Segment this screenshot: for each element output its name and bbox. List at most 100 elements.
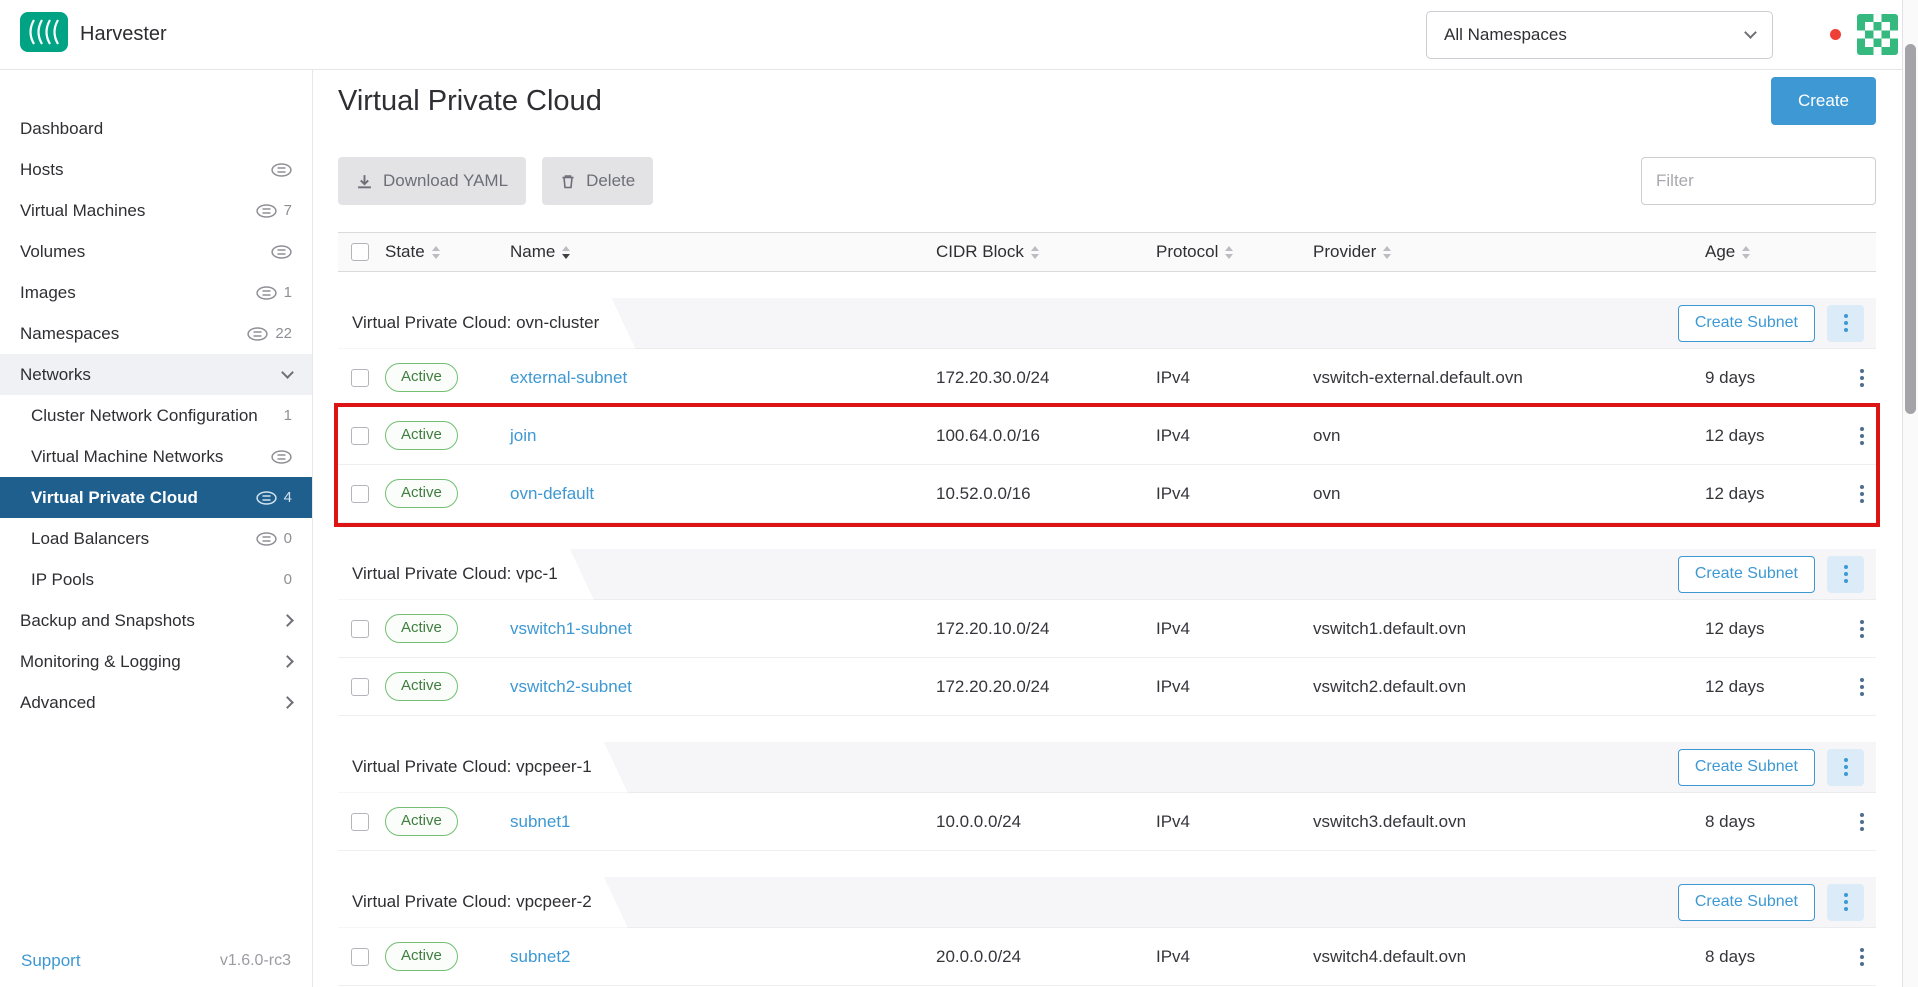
count-value: 1 — [284, 284, 292, 301]
kebab-icon — [1860, 376, 1864, 380]
create-subnet-button[interactable]: Create Subnet — [1678, 305, 1815, 342]
protocol-cell: IPv4 — [1156, 619, 1313, 639]
sort-icon — [1031, 246, 1039, 259]
subnet-name-link[interactable]: external-subnet — [510, 368, 627, 387]
resource-icon — [256, 532, 277, 546]
subnet-name-link[interactable]: subnet1 — [510, 812, 571, 831]
status-badge: Active — [385, 942, 458, 971]
sidebar-item-advanced[interactable]: Advanced — [0, 682, 312, 723]
row-checkbox[interactable] — [351, 948, 369, 966]
row-actions-menu-button[interactable] — [1847, 942, 1876, 971]
download-icon — [356, 173, 373, 190]
subnet-name-link[interactable]: subnet2 — [510, 947, 571, 966]
sidebar-item-label: Dashboard — [20, 119, 103, 139]
sidebar-item-images[interactable]: Images 1 — [0, 272, 312, 313]
column-label: Provider — [1313, 242, 1376, 262]
row-actions-menu-button[interactable] — [1847, 363, 1876, 392]
scrollbar-thumb[interactable] — [1905, 44, 1916, 414]
row-actions-menu-button[interactable] — [1847, 479, 1876, 508]
namespace-select[interactable]: All Namespaces — [1426, 11, 1773, 59]
filter-input[interactable] — [1641, 157, 1876, 205]
row-checkbox[interactable] — [351, 620, 369, 638]
sort-icon — [1225, 246, 1233, 259]
sidebar-item-hosts[interactable]: Hosts — [0, 149, 312, 190]
sidebar-item-ip-pools[interactable]: IP Pools 0 — [0, 559, 312, 600]
delete-button[interactable]: Delete — [542, 157, 653, 205]
subnet-name-link[interactable]: vswitch1-subnet — [510, 619, 632, 638]
sort-icon — [432, 246, 440, 259]
count-badge: 4 — [256, 489, 292, 506]
sidebar-item-cluster-network-configuration[interactable]: Cluster Network Configuration 1 — [0, 395, 312, 436]
table-row: Active join 100.64.0.0/16 IPv4 ovn 12 da… — [338, 407, 1876, 465]
row-checkbox[interactable] — [351, 485, 369, 503]
sort-icon — [562, 246, 570, 259]
row-actions-menu-button[interactable] — [1847, 614, 1876, 643]
support-link[interactable]: Support — [21, 951, 81, 971]
sidebar-item-label: Images — [20, 283, 76, 303]
protocol-cell: IPv4 — [1156, 812, 1313, 832]
create-subnet-button[interactable]: Create Subnet — [1678, 884, 1815, 921]
age-cell: 8 days — [1705, 812, 1847, 832]
provider-cell: ovn — [1313, 484, 1705, 504]
sidebar-item-virtual-private-cloud[interactable]: Virtual Private Cloud 4 — [0, 477, 312, 518]
select-all-checkbox[interactable] — [351, 243, 369, 261]
row-checkbox[interactable] — [351, 427, 369, 445]
sidebar-item-virtual-machines[interactable]: Virtual Machines 7 — [0, 190, 312, 231]
row-actions-menu-button[interactable] — [1847, 807, 1876, 836]
column-header-state[interactable]: State — [385, 242, 510, 262]
subnet-name-link[interactable]: vswitch2-subnet — [510, 677, 632, 696]
column-header-provider[interactable]: Provider — [1313, 242, 1705, 262]
download-yaml-button[interactable]: Download YAML — [338, 157, 526, 205]
sidebar-item-label: Virtual Machine Networks — [31, 447, 223, 467]
subnet-name-link[interactable]: ovn-default — [510, 484, 594, 503]
group-kebab-menu-button[interactable] — [1827, 305, 1864, 342]
cidr-cell: 20.0.0.0/24 — [936, 947, 1156, 967]
kebab-icon — [1844, 321, 1848, 325]
harvester-logo-icon[interactable] — [20, 12, 68, 57]
sidebar-item-load-balancers[interactable]: Load Balancers 0 — [0, 518, 312, 559]
provider-cell: vswitch-external.default.ovn — [1313, 368, 1705, 388]
status-badge: Active — [385, 807, 458, 836]
state-cell: Active — [385, 942, 510, 971]
sidebar-item-label: Cluster Network Configuration — [31, 406, 258, 426]
row-actions-menu-button[interactable] — [1847, 421, 1876, 450]
group-label: Virtual Private Cloud: ovn-cluster — [352, 313, 599, 333]
column-header-age[interactable]: Age — [1705, 242, 1847, 262]
create-button[interactable]: Create — [1771, 77, 1876, 125]
sidebar-item-backup-and-snapshots[interactable]: Backup and Snapshots — [0, 600, 312, 641]
cidr-cell: 172.20.30.0/24 — [936, 368, 1156, 388]
name-cell: vswitch2-subnet — [510, 677, 936, 697]
group-kebab-menu-button[interactable] — [1827, 556, 1864, 593]
sidebar-item-volumes[interactable]: Volumes — [0, 231, 312, 272]
brand-name: Harvester — [80, 23, 167, 46]
row-checkbox[interactable] — [351, 813, 369, 831]
column-label: Protocol — [1156, 242, 1218, 262]
annotation-highlight: Active join 100.64.0.0/16 IPv4 ovn 12 da… — [338, 407, 1876, 523]
create-subnet-button[interactable]: Create Subnet — [1678, 556, 1815, 593]
sidebar-item-namespaces[interactable]: Namespaces 22 — [0, 313, 312, 354]
kebab-icon — [1860, 434, 1864, 438]
age-cell: 12 days — [1705, 677, 1847, 697]
sidebar-item-networks[interactable]: Networks — [0, 354, 312, 395]
column-header-cidr-block[interactable]: CIDR Block — [936, 242, 1156, 262]
kebab-icon — [1860, 955, 1864, 959]
subnet-name-link[interactable]: join — [510, 426, 536, 445]
age-cell: 9 days — [1705, 368, 1847, 388]
group-kebab-menu-button[interactable] — [1827, 884, 1864, 921]
user-avatar[interactable] — [1857, 14, 1898, 55]
column-header-name[interactable]: Name — [510, 242, 936, 262]
group-kebab-menu-button[interactable] — [1827, 749, 1864, 786]
table-row: Active subnet1 10.0.0.0/24 IPv4 vswitch3… — [338, 793, 1876, 851]
column-header-protocol[interactable]: Protocol — [1156, 242, 1313, 262]
sidebar-item-monitoring-logging[interactable]: Monitoring & Logging — [0, 641, 312, 682]
row-actions-menu-button[interactable] — [1847, 672, 1876, 701]
sidebar-item-label: IP Pools — [31, 570, 94, 590]
create-subnet-button[interactable]: Create Subnet — [1678, 749, 1815, 786]
row-checkbox[interactable] — [351, 678, 369, 696]
group-header-row: Virtual Private Cloud: vpcpeer-1 Create … — [338, 742, 1876, 793]
row-checkbox[interactable] — [351, 369, 369, 387]
sidebar-item-dashboard[interactable]: Dashboard — [0, 108, 312, 149]
column-label: Name — [510, 242, 555, 262]
vertical-scrollbar[interactable] — [1902, 0, 1918, 987]
sidebar-item-virtual-machine-networks[interactable]: Virtual Machine Networks — [0, 436, 312, 477]
